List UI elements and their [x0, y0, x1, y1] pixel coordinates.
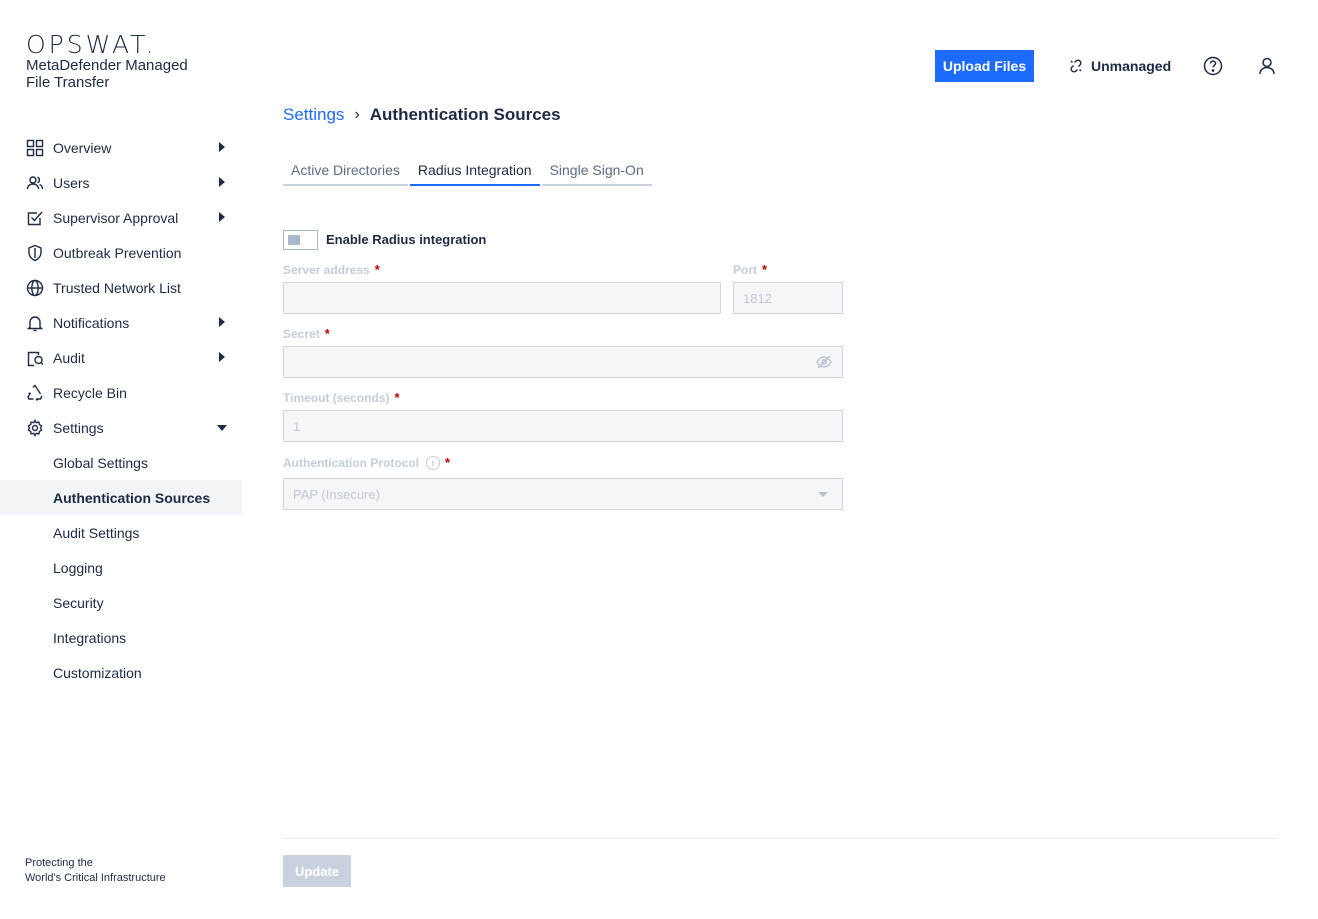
tagline-line: World's Critical Infrastructure: [25, 872, 166, 884]
auth-protocol-label: Authentication Protocol i *: [283, 455, 450, 470]
sidebar-item-audit[interactable]: Audit: [0, 340, 242, 375]
sidebar-item-overview[interactable]: Overview: [0, 130, 242, 165]
unlink-icon: [1070, 59, 1082, 73]
sidebar-item-trusted-network-list[interactable]: Trusted Network List: [0, 270, 242, 305]
secret-input[interactable]: [283, 346, 843, 378]
timeout-value: 1: [293, 418, 301, 434]
footer-tagline: Protecting the World's Critical Infrastr…: [25, 856, 166, 886]
server-address-input[interactable]: [283, 282, 721, 314]
port-label: Port *: [733, 262, 767, 277]
sidebar-item-label: Trusted Network List: [53, 279, 181, 296]
enable-radius-label: Enable Radius integration: [326, 232, 487, 247]
shield-icon: [26, 244, 44, 262]
secret-label: Secret *: [283, 326, 330, 341]
breadcrumb-settings-link[interactable]: Settings: [283, 105, 344, 125]
sidebar-subitem-integrations[interactable]: Integrations: [0, 620, 242, 655]
sidebar-subitem-authentication-sources[interactable]: Authentication Sources: [0, 480, 242, 515]
sidebar-item-label: Outbreak Prevention: [53, 244, 182, 261]
tab-radius-integration[interactable]: Radius Integration: [409, 155, 540, 186]
sidebar-subitem-global-settings[interactable]: Global Settings: [0, 445, 242, 480]
sidebar-item-users[interactable]: Users: [0, 165, 242, 200]
sidebar-nav: Overview Users Supervisor Approval Outbr…: [0, 130, 242, 690]
sidebar-subitem-audit-settings[interactable]: Audit Settings: [0, 515, 242, 550]
unmanaged-status-link[interactable]: Unmanaged: [1069, 56, 1171, 76]
auth-tabs: Active Directories Radius Integration Si…: [283, 155, 654, 186]
chevron-down-icon: [818, 492, 828, 497]
chevron-right-icon: [219, 177, 225, 187]
sidebar-item-supervisor-approval[interactable]: Supervisor Approval: [0, 200, 242, 235]
auth-protocol-select[interactable]: PAP (Insecure): [283, 478, 843, 510]
chevron-right-icon: ›: [354, 106, 360, 123]
auth-protocol-label-text: Authentication Protocol: [283, 455, 419, 470]
sidebar-item-label: Notifications: [53, 314, 130, 331]
sidebar-item-outbreak-prevention[interactable]: Outbreak Prevention: [0, 235, 242, 270]
timeout-input[interactable]: 1: [283, 410, 843, 442]
info-icon[interactable]: i: [426, 455, 440, 470]
required-mark: *: [394, 390, 400, 405]
bell-icon: [26, 314, 44, 332]
server-address-label-text: Server address: [283, 262, 370, 277]
required-mark: *: [374, 262, 380, 277]
chevron-right-icon: [219, 317, 225, 327]
grid-icon: [26, 139, 44, 157]
chevron-down-icon: [217, 425, 227, 431]
opswat-logo: OPSWAT.: [26, 30, 157, 59]
sidebar: OPSWAT. MetaDefender Managed File Transf…: [0, 0, 242, 919]
user-icon[interactable]: [1256, 55, 1278, 77]
required-mark: *: [324, 326, 330, 341]
chevron-right-icon: [219, 142, 225, 152]
upload-files-button[interactable]: Upload Files: [935, 50, 1034, 82]
sidebar-item-settings[interactable]: Settings: [0, 410, 242, 445]
timeout-label: Timeout (seconds) *: [283, 390, 400, 405]
audit-icon: [26, 349, 44, 367]
sidebar-item-label: Users: [53, 174, 90, 191]
tab-single-sign-on[interactable]: Single Sign-On: [541, 155, 652, 186]
sidebar-item-label: Recycle Bin: [53, 384, 127, 401]
sidebar-item-label: Audit: [53, 349, 85, 366]
enable-radius-toggle[interactable]: [283, 230, 318, 250]
footer-divider: [283, 838, 1277, 839]
chevron-right-icon: [219, 212, 225, 222]
checkbox-icon: [26, 209, 44, 227]
eye-off-icon[interactable]: [816, 354, 832, 373]
port-input[interactable]: 1812: [733, 282, 843, 314]
server-address-label: Server address *: [283, 262, 380, 277]
secret-label-text: Secret: [283, 326, 320, 341]
breadcrumb: Settings › Authentication Sources: [283, 105, 561, 125]
timeout-label-text: Timeout (seconds): [283, 390, 390, 405]
sidebar-subitem-security[interactable]: Security: [0, 585, 242, 620]
tagline-line: Protecting the: [25, 857, 93, 869]
auth-protocol-selected: PAP (Insecure): [293, 486, 380, 502]
page-title: Authentication Sources: [369, 105, 561, 124]
update-button[interactable]: Update: [283, 855, 351, 887]
tab-active-directories[interactable]: Active Directories: [283, 155, 408, 186]
product-name: MetaDefender Managed File Transfer: [26, 57, 188, 91]
chevron-right-icon: [219, 352, 225, 362]
sidebar-subitem-customization[interactable]: Customization: [0, 655, 242, 690]
help-circle-icon[interactable]: [1202, 55, 1224, 77]
sidebar-item-notifications[interactable]: Notifications: [0, 305, 242, 340]
port-placeholder: 1812: [743, 290, 772, 306]
port-label-text: Port: [733, 262, 757, 277]
recycle-icon: [26, 383, 44, 402]
toggle-knob: [288, 235, 300, 245]
sidebar-item-label: Overview: [53, 139, 112, 156]
sidebar-item-recycle-bin[interactable]: Recycle Bin: [0, 375, 242, 410]
sidebar-item-label: Supervisor Approval: [53, 209, 179, 226]
required-mark: *: [762, 262, 768, 277]
sidebar-item-label: Settings: [53, 419, 104, 436]
gear-icon: [26, 418, 44, 437]
globe-icon: [26, 279, 44, 297]
required-mark: *: [445, 455, 451, 470]
sidebar-subitem-logging[interactable]: Logging: [0, 550, 242, 585]
unmanaged-label: Unmanaged: [1091, 58, 1172, 74]
users-icon: [26, 174, 44, 192]
